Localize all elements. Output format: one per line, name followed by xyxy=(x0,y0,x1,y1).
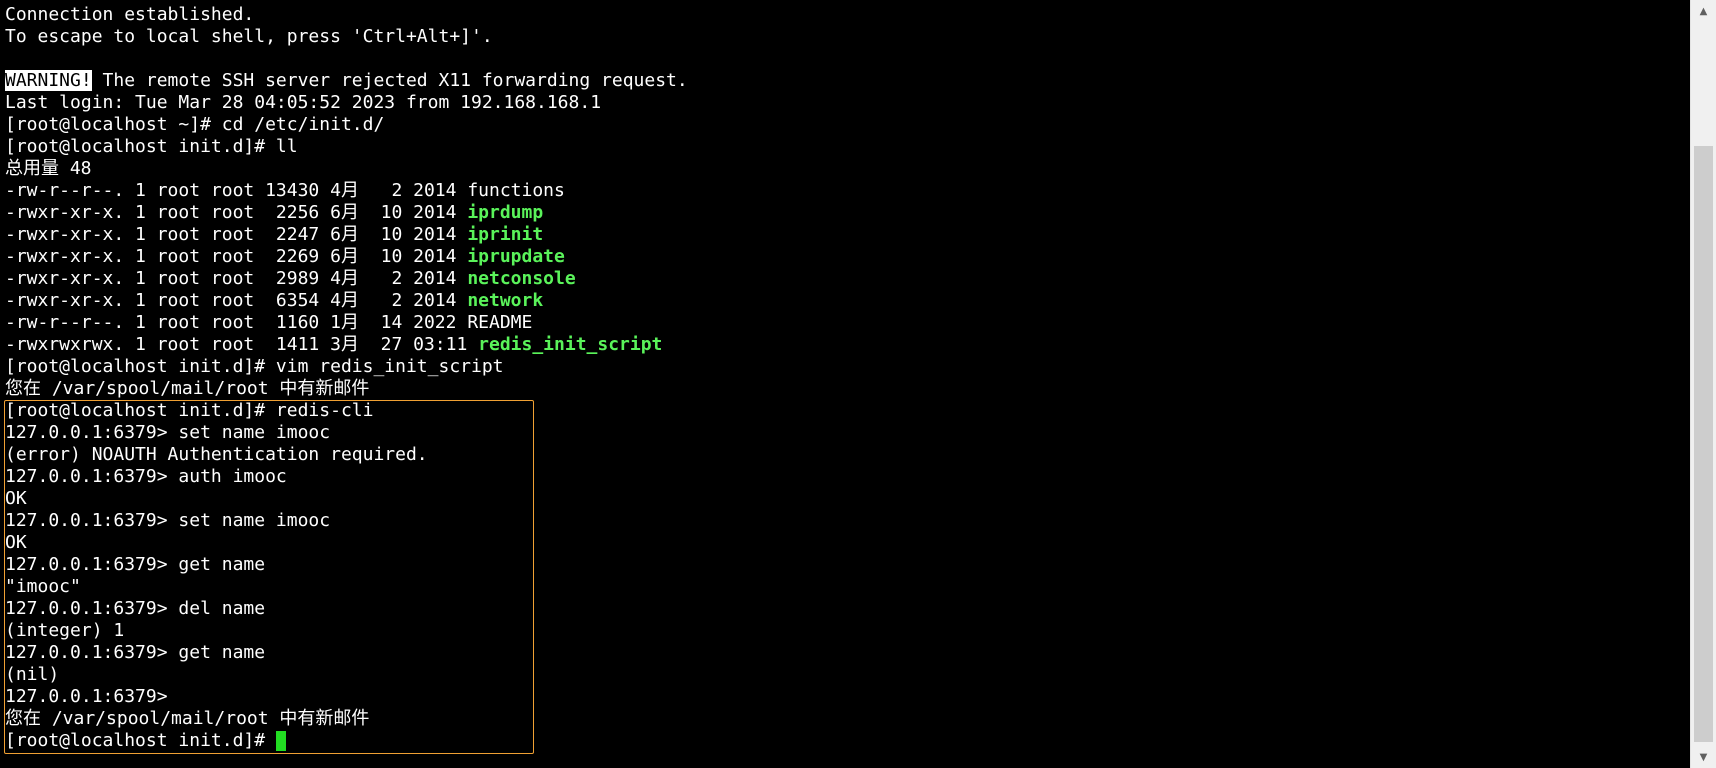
terminal-line: 127.0.0.1:6379> set name imooc xyxy=(5,422,688,444)
line-text: 总用量 48 xyxy=(5,158,92,179)
executable-file-name: iprupdate xyxy=(467,246,565,267)
terminal-line: OK xyxy=(5,488,688,510)
terminal-cursor xyxy=(275,731,286,751)
line-text: [root@localhost ~]# cd /etc/init.d/ xyxy=(5,114,385,135)
terminal-line: (error) NOAUTH Authentication required. xyxy=(5,444,688,466)
terminal-line: (integer) 1 xyxy=(5,620,688,642)
terminal-line: OK xyxy=(5,532,688,554)
scroll-up-arrow-icon[interactable]: ▲ xyxy=(1691,0,1716,22)
terminal-output: Connection established. To escape to loca… xyxy=(5,4,688,752)
line-text: 您在 /var/spool/mail/root 中有新邮件 xyxy=(5,708,370,729)
line-text: 127.0.0.1:6379> set name imooc xyxy=(5,510,331,531)
terminal-line: -rw-r--r--. 1 root root 1160 1月 14 2022 … xyxy=(5,312,688,334)
terminal-line: "imooc" xyxy=(5,576,688,598)
line-text: 127.0.0.1:6379> get name xyxy=(5,554,266,575)
terminal-line: [root@localhost init.d]# xyxy=(5,730,688,752)
line-text: -rwxrwxrwx. 1 root root 1411 3月 27 03:11 xyxy=(5,334,479,355)
scrollbar-thumb[interactable] xyxy=(1694,146,1713,742)
terminal-line: WARNING! The remote SSH server rejected … xyxy=(5,70,688,92)
line-text: "imooc" xyxy=(5,576,81,597)
line-text: OK xyxy=(5,488,27,509)
terminal-line: -rwxr-xr-x. 1 root root 2256 6月 10 2014 … xyxy=(5,202,688,224)
terminal-line: -rwxr-xr-x. 1 root root 6354 4月 2 2014 n… xyxy=(5,290,688,312)
terminal-line: -rwxr-xr-x. 1 root root 2269 6月 10 2014 … xyxy=(5,246,688,268)
line-text: -rw-r--r--. 1 root root 1160 1月 14 2022 xyxy=(5,312,468,333)
scroll-down-arrow-icon[interactable]: ▼ xyxy=(1691,746,1716,768)
executable-file-name: network xyxy=(467,290,544,311)
terminal-line: Connection established. xyxy=(5,4,688,26)
warning-badge: WARNING! xyxy=(5,70,92,91)
terminal-line: -rw-r--r--. 1 root root 13430 4月 2 2014 … xyxy=(5,180,688,202)
terminal-line: 127.0.0.1:6379> get name xyxy=(5,642,688,664)
terminal-window[interactable]: Connection established. To escape to loca… xyxy=(0,0,1690,768)
line-text: 127.0.0.1:6379> get name xyxy=(5,642,266,663)
file-name: functions xyxy=(467,180,565,201)
terminal-line: -rwxr-xr-x. 1 root root 2989 4月 2 2014 n… xyxy=(5,268,688,290)
line-text: 您在 /var/spool/mail/root 中有新邮件 xyxy=(5,378,370,399)
line-text: (error) NOAUTH Authentication required. xyxy=(5,444,428,465)
line-text: -rwxr-xr-x. 1 root root 2256 6月 10 2014 xyxy=(5,202,468,223)
executable-file-name: iprdump xyxy=(467,202,544,223)
line-text: OK xyxy=(5,532,27,553)
line-text: Last login: Tue Mar 28 04:05:52 2023 fro… xyxy=(5,92,602,113)
terminal-line: 127.0.0.1:6379> get name xyxy=(5,554,688,576)
line-text: (integer) 1 xyxy=(5,620,125,641)
line-text: [root@localhost init.d]# redis-cli xyxy=(5,400,374,421)
terminal-line: 127.0.0.1:6379> set name imooc xyxy=(5,510,688,532)
terminal-line: [root@localhost ~]# cd /etc/init.d/ xyxy=(5,114,688,136)
terminal-line: -rwxr-xr-x. 1 root root 2247 6月 10 2014 … xyxy=(5,224,688,246)
terminal-line: To escape to local shell, press 'Ctrl+Al… xyxy=(5,26,688,48)
executable-file-name: redis_init_script xyxy=(478,334,663,355)
terminal-line: [root@localhost init.d]# vim redis_init_… xyxy=(5,356,688,378)
line-text: -rwxr-xr-x. 1 root root 2269 6月 10 2014 xyxy=(5,246,468,267)
line-text: 127.0.0.1:6379> set name imooc xyxy=(5,422,331,443)
terminal-line: 总用量 48 xyxy=(5,158,688,180)
line-text: 127.0.0.1:6379> xyxy=(5,686,168,707)
file-name: README xyxy=(467,312,533,333)
line-text: -rwxr-xr-x. 1 root root 2989 4月 2 2014 xyxy=(5,268,468,289)
line-text: -rw-r--r--. 1 root root 13430 4月 2 2014 xyxy=(5,180,468,201)
terminal-line: 您在 /var/spool/mail/root 中有新邮件 xyxy=(5,378,688,400)
line-text: 127.0.0.1:6379> del name xyxy=(5,598,266,619)
line-text: 127.0.0.1:6379> auth imooc xyxy=(5,466,287,487)
terminal-line: (nil) xyxy=(5,664,688,686)
terminal-line: [root@localhost init.d]# ll xyxy=(5,136,688,158)
line-text: [root@localhost init.d]# ll xyxy=(5,136,298,157)
line-text: [root@localhost init.d]# xyxy=(5,730,276,751)
terminal-line: 127.0.0.1:6379> del name xyxy=(5,598,688,620)
terminal-line: 127.0.0.1:6379> xyxy=(5,686,688,708)
line-text: To escape to local shell, press 'Ctrl+Al… xyxy=(5,26,493,47)
terminal-line: 您在 /var/spool/mail/root 中有新邮件 xyxy=(5,708,688,730)
terminal-line: Last login: Tue Mar 28 04:05:52 2023 fro… xyxy=(5,92,688,114)
terminal-line: -rwxrwxrwx. 1 root root 1411 3月 27 03:11… xyxy=(5,334,688,356)
terminal-line: 127.0.0.1:6379> auth imooc xyxy=(5,466,688,488)
executable-file-name: netconsole xyxy=(467,268,576,289)
line-text: -rwxr-xr-x. 1 root root 6354 4月 2 2014 xyxy=(5,290,468,311)
line-text: Connection established. xyxy=(5,4,255,25)
executable-file-name: iprinit xyxy=(467,224,544,245)
vertical-scrollbar[interactable]: ▲ ▼ xyxy=(1690,0,1716,768)
line-text: The remote SSH server rejected X11 forwa… xyxy=(91,70,688,91)
terminal-line: [root@localhost init.d]# redis-cli xyxy=(5,400,688,422)
line-text: (nil) xyxy=(5,664,60,685)
line-text: -rwxr-xr-x. 1 root root 2247 6月 10 2014 xyxy=(5,224,468,245)
line-text: [root@localhost init.d]# vim redis_init_… xyxy=(5,356,504,377)
